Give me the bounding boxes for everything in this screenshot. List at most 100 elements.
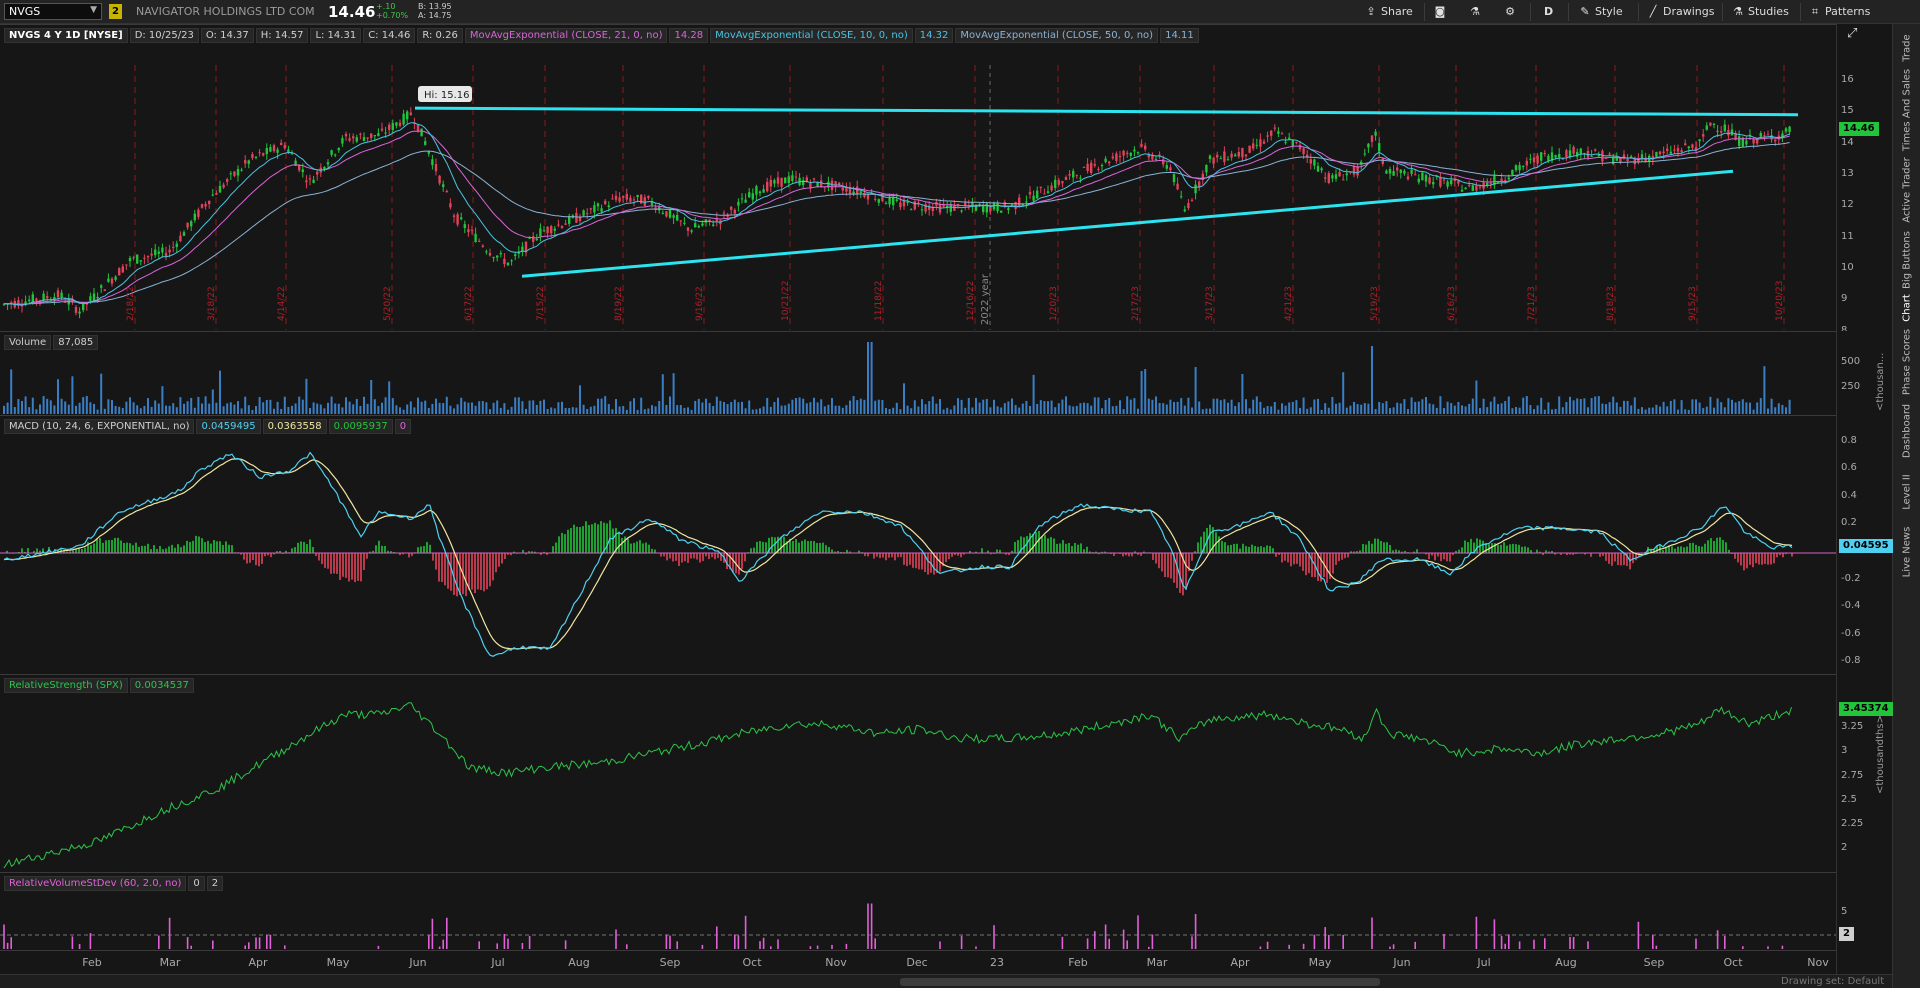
- macd-title[interactable]: MACD (10, 24, 6, EXPONENTIAL, no): [4, 419, 195, 434]
- price-axis[interactable]: 161514131211109814.46⤢: [1836, 24, 1892, 336]
- tab-live-news[interactable]: Live News: [1893, 520, 1920, 584]
- volume-panel[interactable]: Volume 87,085: [0, 331, 1836, 415]
- rv-axis[interactable]: 52: [1836, 872, 1892, 950]
- macd-histogram-bar: [450, 553, 452, 591]
- snapshot-button[interactable]: ◙: [1433, 3, 1450, 21]
- volume-bar: [1554, 408, 1557, 414]
- divider: [1800, 3, 1801, 21]
- macd-histogram-bar: [897, 553, 899, 558]
- symbol-link-badge[interactable]: 2: [109, 4, 122, 19]
- tab-dashboard[interactable]: Dashboard: [1893, 398, 1920, 464]
- volume-bar: [42, 396, 45, 414]
- volume-bar: [903, 383, 905, 414]
- tab-times-and-sales[interactable]: Times And Sales: [1893, 69, 1920, 151]
- candle-body: [780, 177, 783, 187]
- volume-bar: [640, 397, 643, 414]
- tab-level-ii[interactable]: Level II: [1893, 464, 1920, 520]
- candle-body: [1712, 123, 1716, 125]
- macd-histogram-bar: [270, 553, 272, 558]
- volume-bar: [60, 398, 63, 414]
- tab-active-trader[interactable]: Active Trader: [1893, 150, 1920, 230]
- macd-histogram-bar: [1017, 540, 1019, 553]
- rs-chart-canvas[interactable]: [0, 675, 1836, 873]
- candle-body: [1115, 153, 1118, 161]
- volume-bar: [85, 396, 88, 414]
- candle-body: [1709, 122, 1712, 126]
- candle-body: [1172, 174, 1176, 183]
- chevron-down-icon[interactable]: ▼: [90, 5, 97, 15]
- patterns-button[interactable]: ⌗ Patterns: [1808, 3, 1870, 21]
- macd-axis[interactable]: 0.80.60.40.20-0.2-0.4-0.6-0.80.04595: [1836, 415, 1893, 674]
- volume-bar: [366, 403, 369, 414]
- macd-histogram-bar: [1059, 543, 1061, 553]
- rv-bar: [71, 936, 74, 949]
- studies-button[interactable]: ⚗ Studies: [1731, 3, 1789, 21]
- time-axis[interactable]: Feb Mar Apr May Jun Jul Aug Sep Oct Nov Dec 23 Feb Ma…: [0, 950, 1836, 974]
- macd-histogram-bar: [1344, 553, 1346, 559]
- macd-chart-canvas[interactable]: [0, 416, 1836, 675]
- rs-title[interactable]: RelativeStrength (SPX): [4, 678, 128, 693]
- volume-bar: [1162, 403, 1165, 414]
- rv-chart-canvas[interactable]: [0, 873, 1836, 951]
- macd-histogram-bar: [1128, 553, 1130, 557]
- candle-body: [1388, 169, 1392, 174]
- scrollbar-thumb[interactable]: [900, 978, 1380, 986]
- macd-histogram-bar: [807, 541, 809, 553]
- flask-button[interactable]: ⚗: [1468, 3, 1485, 21]
- settings-button[interactable]: ⚙: [1503, 3, 1520, 21]
- symbol-text: NVGS: [9, 5, 41, 18]
- tab-big-buttons[interactable]: Big Buttons: [1893, 230, 1920, 290]
- ema50-label[interactable]: MovAvgExponential (CLOSE, 50, 0, no): [955, 28, 1159, 43]
- volume-bar: [1659, 406, 1661, 414]
- price-panel[interactable]: NVGS 4 Y 1D [NYSE] D: 10/25/23 O: 14.37 H: …: [0, 24, 1836, 331]
- candle-body: [1453, 179, 1456, 181]
- volume-bar: [489, 409, 491, 414]
- volume-bar: [1464, 406, 1467, 414]
- macd-value: 0.0459495: [196, 419, 261, 434]
- expiry-label: 7/15/22: [536, 286, 546, 321]
- volume-bar: [1374, 409, 1377, 414]
- symbol-input[interactable]: NVGS ▼: [4, 3, 102, 20]
- macd-histogram-bar: [429, 544, 431, 553]
- tab-chart[interactable]: Chart: [1893, 290, 1920, 326]
- candle-body: [856, 186, 859, 195]
- expand-icon[interactable]: ⤢: [1847, 26, 1857, 41]
- chart-scrollbar[interactable]: Drawing set: Default: [0, 974, 1892, 988]
- volume-bar: [1140, 371, 1143, 414]
- relative-volume-panel[interactable]: RelativeVolumeStDev (60, 2.0, no) 0 2: [0, 872, 1836, 950]
- macd-histogram-bar: [1053, 538, 1055, 553]
- relative-strength-panel[interactable]: RelativeStrength (SPX) 0.0034537: [0, 674, 1836, 872]
- period-button[interactable]: D: [1544, 3, 1553, 21]
- drawing-set-label[interactable]: Drawing set: Default: [1781, 976, 1884, 987]
- volume-bar: [712, 406, 715, 414]
- candle-body: [1716, 130, 1719, 132]
- volume-bar: [1486, 407, 1489, 414]
- volume-axis[interactable]: 500 250 <thousan...: [1836, 331, 1892, 415]
- rs-axis[interactable]: 3.25 3 2.75 2.5 2.25 2 3.45374 <thousandths>: [1836, 674, 1893, 872]
- candle-body: [200, 204, 204, 208]
- macd-histogram-bar: [1044, 535, 1046, 553]
- volume-chart-canvas[interactable]: [0, 332, 1836, 416]
- candle-body: [1738, 136, 1741, 146]
- ema10-label[interactable]: MovAvgExponential (CLOSE, 10, 0, no): [710, 28, 913, 43]
- volume-bar: [935, 403, 938, 414]
- style-button[interactable]: ✎ Style: [1578, 3, 1622, 21]
- share-button[interactable]: ⇪ Share: [1364, 3, 1412, 21]
- volume-bar: [1687, 409, 1690, 414]
- tab-phase-scores[interactable]: Phase Scores: [1893, 326, 1920, 398]
- volume-bar: [1043, 401, 1046, 414]
- candle-body: [1244, 154, 1248, 157]
- volume-bar: [1115, 405, 1118, 414]
- macd-histogram-bar: [108, 540, 110, 553]
- volume-bar: [953, 405, 956, 414]
- macd-histogram-bar: [252, 553, 254, 561]
- tab-trade[interactable]: Trade: [1893, 26, 1920, 70]
- macd-panel[interactable]: MACD (10, 24, 6, EXPONENTIAL, no) 0.04594…: [0, 415, 1836, 674]
- ema21-label[interactable]: MovAvgExponential (CLOSE, 21, 0, no): [464, 28, 668, 43]
- macd-histogram-bar: [1224, 542, 1226, 553]
- drawings-button[interactable]: ╱ Drawings: [1646, 3, 1715, 21]
- macd-histogram-bar: [1164, 553, 1166, 578]
- candle-body: [1334, 174, 1338, 179]
- price-chart-canvas[interactable]: Hi: 15.162022 year2/18/22 3/18/22 4/14/22 5…: [0, 25, 1836, 332]
- rv-title[interactable]: RelativeVolumeStDev (60, 2.0, no): [4, 876, 187, 891]
